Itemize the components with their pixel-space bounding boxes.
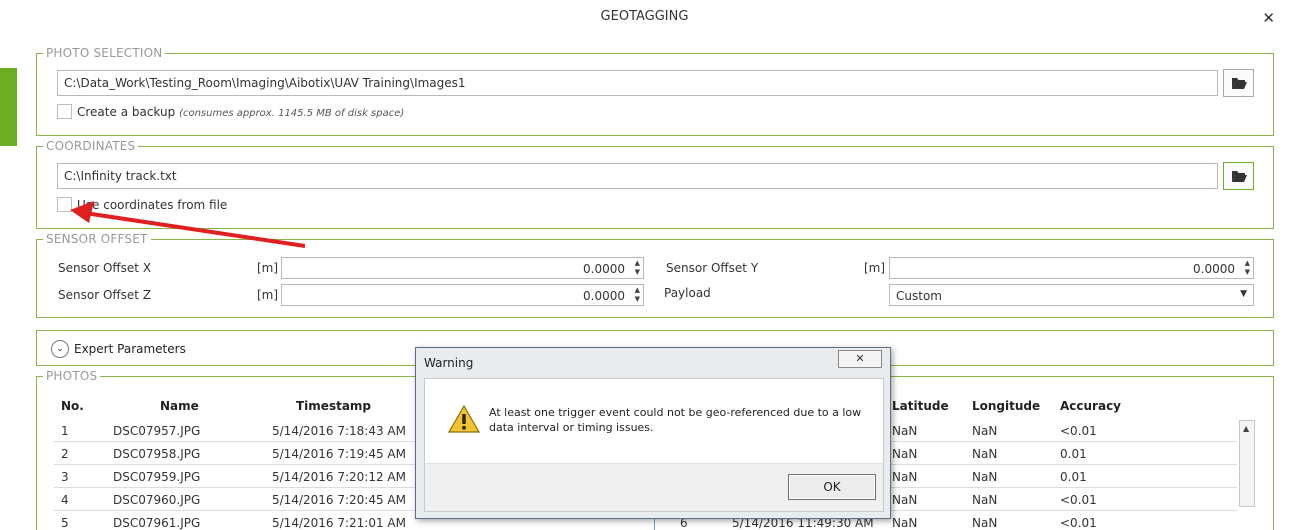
coordinates-legend: COORDINATES <box>46 139 136 153</box>
cell-name: DSC07957.JPG <box>113 424 201 438</box>
cell-latitude: NaN <box>892 493 918 507</box>
sensor-offset-x-unit: [m] <box>257 261 279 275</box>
payload-select[interactable]: Custom ▼ <box>889 284 1254 306</box>
close-icon[interactable]: ✕ <box>1262 10 1275 26</box>
backup-label: Create a backup (consumes approx. 1145.5… <box>77 105 404 119</box>
cell-longitude: NaN <box>972 470 998 484</box>
spinner-arrows-icon[interactable]: ▲ ▼ <box>635 286 640 304</box>
coordinates-path-input[interactable]: C:\Infinity track.txt <box>57 163 1218 189</box>
spinner-arrows-icon[interactable]: ▲ ▼ <box>1245 259 1250 277</box>
cell-accuracy: 0.01 <box>1060 470 1087 484</box>
ok-button[interactable]: OK <box>788 474 876 500</box>
column-header-latitude[interactable]: Latitude <box>892 399 949 413</box>
spinner-arrows-icon[interactable]: ▲ ▼ <box>635 259 640 277</box>
cell-latitude: NaN <box>892 470 918 484</box>
sensor-offset-x-label: Sensor Offset X <box>58 261 152 275</box>
cell-longitude: NaN <box>972 493 998 507</box>
side-tab[interactable] <box>0 68 17 146</box>
column-header-longitude[interactable]: Longitude <box>972 399 1040 413</box>
cell-no: 1 <box>61 424 69 438</box>
cell-no: 3 <box>61 470 69 484</box>
expert-parameters-label: Expert Parameters <box>74 342 186 356</box>
cell-name: DSC07958.JPG <box>113 447 201 461</box>
table-scrollbar[interactable]: ▲ <box>1239 420 1255 507</box>
cell-latitude: NaN <box>892 424 918 438</box>
photo-selection-legend: PHOTO SELECTION <box>46 46 163 60</box>
sensor-offset-z-unit: [m] <box>257 288 279 302</box>
column-header-timestamp[interactable]: Timestamp <box>296 399 371 413</box>
cell-longitude: NaN <box>972 516 998 530</box>
sensor-offset-y-input[interactable]: 0.0000 ▲ ▼ <box>889 257 1254 279</box>
cell-latitude: NaN <box>892 516 918 530</box>
warning-icon <box>448 405 480 433</box>
cell-timestamp: 5/14/2016 7:19:45 AM <box>272 447 406 461</box>
cell-no: 2 <box>61 447 69 461</box>
sensor-offset-y-unit: [m] <box>864 261 886 275</box>
cell-latitude: NaN <box>892 447 918 461</box>
expand-chevron-icon[interactable]: ⌄ <box>51 340 69 358</box>
chevron-down-icon: ▼ <box>1240 289 1247 299</box>
cell-accuracy: 0.01 <box>1060 447 1087 461</box>
sensor-offset-y-label: Sensor Offset Y <box>666 261 759 275</box>
column-header-name[interactable]: Name <box>160 399 199 413</box>
backup-checkbox[interactable] <box>57 104 72 119</box>
cell-accuracy: <0.01 <box>1060 516 1097 530</box>
cell-name: DSC07961.JPG <box>113 516 201 530</box>
scroll-up-icon[interactable]: ▲ <box>1243 424 1249 433</box>
cell-timestamp: 5/14/2016 7:21:01 AM <box>272 516 406 530</box>
payload-value: Custom <box>896 289 942 303</box>
folder-open-icon <box>1232 78 1247 89</box>
cell-longitude: NaN <box>972 447 998 461</box>
column-header-accuracy[interactable]: Accuracy <box>1060 399 1121 413</box>
backup-label-text: Create a backup <box>77 105 176 119</box>
photo-browse-button[interactable] <box>1223 69 1254 97</box>
cell-timestamp: 5/14/2016 7:18:43 AM <box>272 424 406 438</box>
cell-no: 5 <box>61 516 69 530</box>
annotation-arrow-icon <box>70 201 306 248</box>
photo-path-input[interactable]: C:\Data_Work\Testing_Room\Imaging\Aiboti… <box>57 70 1218 96</box>
title-bar: GEOTAGGING ✕ <box>0 0 1289 36</box>
dialog-body: At least one trigger event could not be … <box>424 378 884 463</box>
payload-label: Payload <box>664 286 711 300</box>
coordinates-browse-button[interactable] <box>1223 162 1254 190</box>
cell-accuracy: <0.01 <box>1060 424 1097 438</box>
cell-timestamp: 5/14/2016 7:20:45 AM <box>272 493 406 507</box>
sensor-offset-x-input[interactable]: 0.0000 ▲ ▼ <box>281 257 644 279</box>
column-header-no[interactable]: No. <box>61 399 84 413</box>
cell-no: 4 <box>61 493 69 507</box>
dialog-message: At least one trigger event could not be … <box>489 406 862 434</box>
cell-timestamp: 5/14/2016 7:20:12 AM <box>272 470 406 484</box>
cell-longitude: NaN <box>972 424 998 438</box>
cell-accuracy: <0.01 <box>1060 493 1097 507</box>
cell-name: DSC07959.JPG <box>113 470 201 484</box>
dialog-title: Warning <box>424 356 474 370</box>
dialog-close-icon[interactable]: ✕ <box>838 350 882 368</box>
sensor-offset-z-value: 0.0000 <box>583 289 625 303</box>
dialog-footer: OK <box>424 463 884 512</box>
folder-open-icon <box>1232 171 1247 182</box>
cell-name: DSC07960.JPG <box>113 493 201 507</box>
window-title: GEOTAGGING <box>600 9 689 24</box>
warning-dialog: Warning ✕ At least one trigger event cou… <box>415 347 891 519</box>
sensor-offset-y-value: 0.0000 <box>1193 262 1235 276</box>
sensor-offset-x-value: 0.0000 <box>583 262 625 276</box>
sensor-offset-z-input[interactable]: 0.0000 ▲ ▼ <box>281 284 644 306</box>
sensor-offset-z-label: Sensor Offset Z <box>58 288 152 302</box>
backup-note: (consumes approx. 1145.5 MB of disk spac… <box>179 108 405 119</box>
photos-legend: PHOTOS <box>46 369 98 383</box>
